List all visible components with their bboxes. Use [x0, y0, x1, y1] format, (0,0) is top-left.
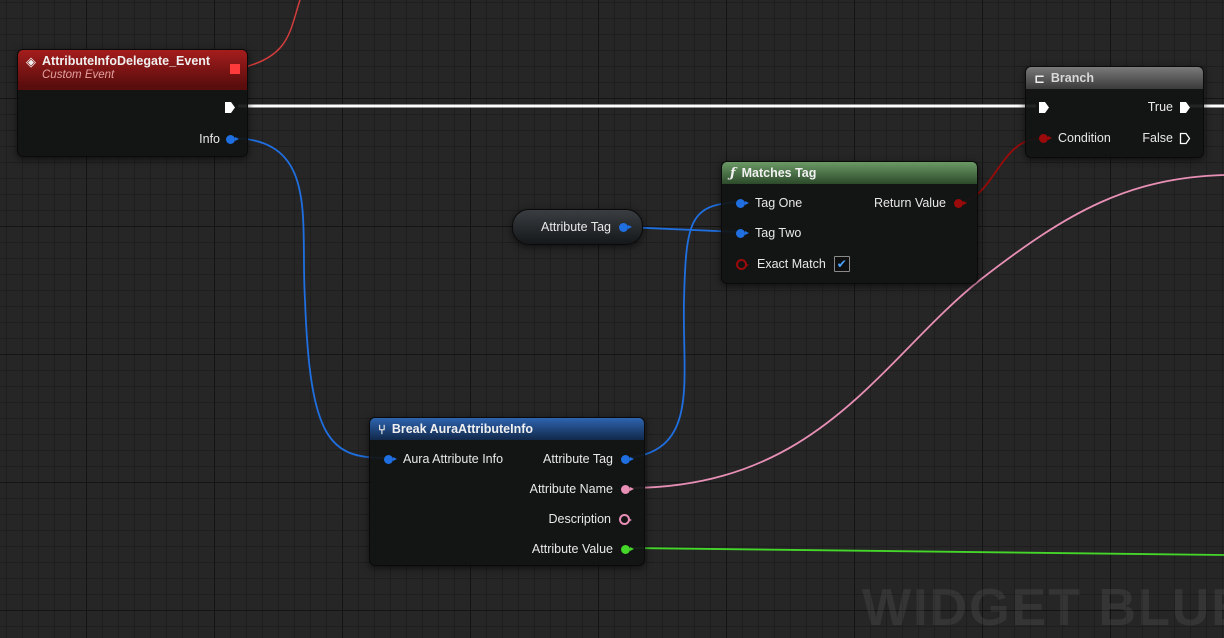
info-struct-wire [229, 137, 386, 459]
attribute-tag-var-out-pin[interactable]: Attribute Tag [541, 220, 632, 234]
graph-watermark: WIDGET BLUEPRINT [862, 579, 1224, 637]
attribute-tag-out-pin-icon [621, 454, 634, 464]
matches-tag-node[interactable]: ƒ Matches Tag Tag One Tag Two Exact Matc… [721, 161, 978, 284]
break-struct-icon: ⑂ [378, 422, 386, 437]
attribute-value-out-pin[interactable]: Attribute Value [531, 542, 634, 556]
exact-match-label: Exact Match [757, 257, 826, 271]
break-struct-title: Break AuraAttributeInfo [391, 422, 534, 436]
info-pin-icon [226, 134, 239, 144]
attribute-name-out-label: Attribute Name [529, 482, 613, 496]
tag-one-in-pin[interactable]: Tag One [736, 196, 802, 210]
condition-in-pin[interactable]: Condition [1039, 131, 1111, 145]
return-value-pin-icon [954, 198, 967, 208]
exec-false-icon [1179, 132, 1191, 145]
tag-two-in-pin[interactable]: Tag Two [736, 226, 801, 240]
event-exec-out-pin[interactable] [224, 101, 236, 114]
branch-exec-in-pin[interactable] [1038, 101, 1050, 114]
event-node-title: AttributeInfoDelegate_Event [42, 54, 211, 68]
exact-match-pin-icon [736, 258, 749, 270]
tag-two-label: Tag Two [755, 226, 802, 240]
attribute-tag-var-pin-icon [619, 222, 632, 232]
exec-out-icon [224, 101, 236, 114]
exec-true-icon [1179, 101, 1191, 114]
custom-event-node[interactable]: ◈ AttributeInfoDelegate_Event Custom Eve… [17, 49, 248, 157]
true-out-pin[interactable]: True [1148, 100, 1191, 114]
tag-one-pin-icon [736, 198, 749, 208]
false-out-pin[interactable]: False [1142, 131, 1191, 145]
break-struct-node[interactable]: ⑂ Break AuraAttributeInfo Aura Attribute… [369, 417, 645, 566]
attribute-tag-var-label: Attribute Tag [541, 220, 611, 234]
true-pin-label: True [1147, 100, 1173, 114]
attribute-value-wire [627, 547, 1224, 556]
attribute-value-out-pin-icon [621, 544, 634, 554]
event-node-subtitle: Custom Event [42, 69, 115, 81]
aura-attribute-info-label: Aura Attribute Info [403, 452, 504, 466]
event-node-header[interactable]: ◈ AttributeInfoDelegate_Event Custom Eve… [18, 50, 247, 90]
info-pin-label: Info [199, 132, 220, 146]
break-struct-header[interactable]: ⑂ Break AuraAttributeInfo [370, 418, 644, 440]
false-pin-label: False [1142, 131, 1173, 145]
attribute-name-out-pin-icon [621, 484, 634, 494]
attribute-tag-out-pin[interactable]: Attribute Tag [543, 452, 634, 466]
matches-tag-title: Matches Tag [741, 166, 817, 180]
event-diamond-icon: ◈ [26, 54, 36, 69]
delegate-pin[interactable] [230, 64, 240, 74]
aura-attribute-info-pin-icon [384, 454, 397, 464]
attribute-tag-out-label: Attribute Tag [543, 452, 613, 466]
function-icon: ƒ [730, 166, 736, 181]
matches-tag-header[interactable]: ƒ Matches Tag [722, 162, 977, 184]
aura-attribute-info-in-pin[interactable]: Aura Attribute Info [384, 452, 503, 466]
tag-two-pin-icon [736, 228, 749, 238]
tag-one-label: Tag One [755, 196, 803, 210]
description-out-label: Description [548, 512, 611, 526]
condition-pin-label: Condition [1058, 131, 1111, 145]
exec-in-icon [1038, 101, 1050, 114]
attribute-value-out-label: Attribute Value [531, 542, 613, 556]
delegate-wire [244, 0, 301, 68]
exact-match-checkbox[interactable]: ✔ [833, 256, 850, 272]
return-value-out-pin[interactable]: Return Value [873, 196, 967, 210]
description-out-pin[interactable]: Description [548, 512, 632, 526]
description-out-pin-icon [619, 513, 632, 525]
attribute-name-out-pin[interactable]: Attribute Name [529, 482, 634, 496]
return-value-label: Return Value [873, 196, 946, 210]
branch-node[interactable]: ⊏ Branch Condition True False [1025, 66, 1204, 158]
attribute-tag-variable-node[interactable]: Attribute Tag [512, 209, 643, 245]
branch-node-header[interactable]: ⊏ Branch [1026, 67, 1203, 89]
exact-match-in-pin[interactable]: Exact Match ✔ [736, 256, 850, 272]
info-out-pin[interactable]: Info [199, 132, 239, 146]
branch-node-title: Branch [1050, 71, 1094, 85]
condition-pin-icon [1039, 133, 1052, 143]
branch-icon: ⊏ [1034, 71, 1045, 86]
